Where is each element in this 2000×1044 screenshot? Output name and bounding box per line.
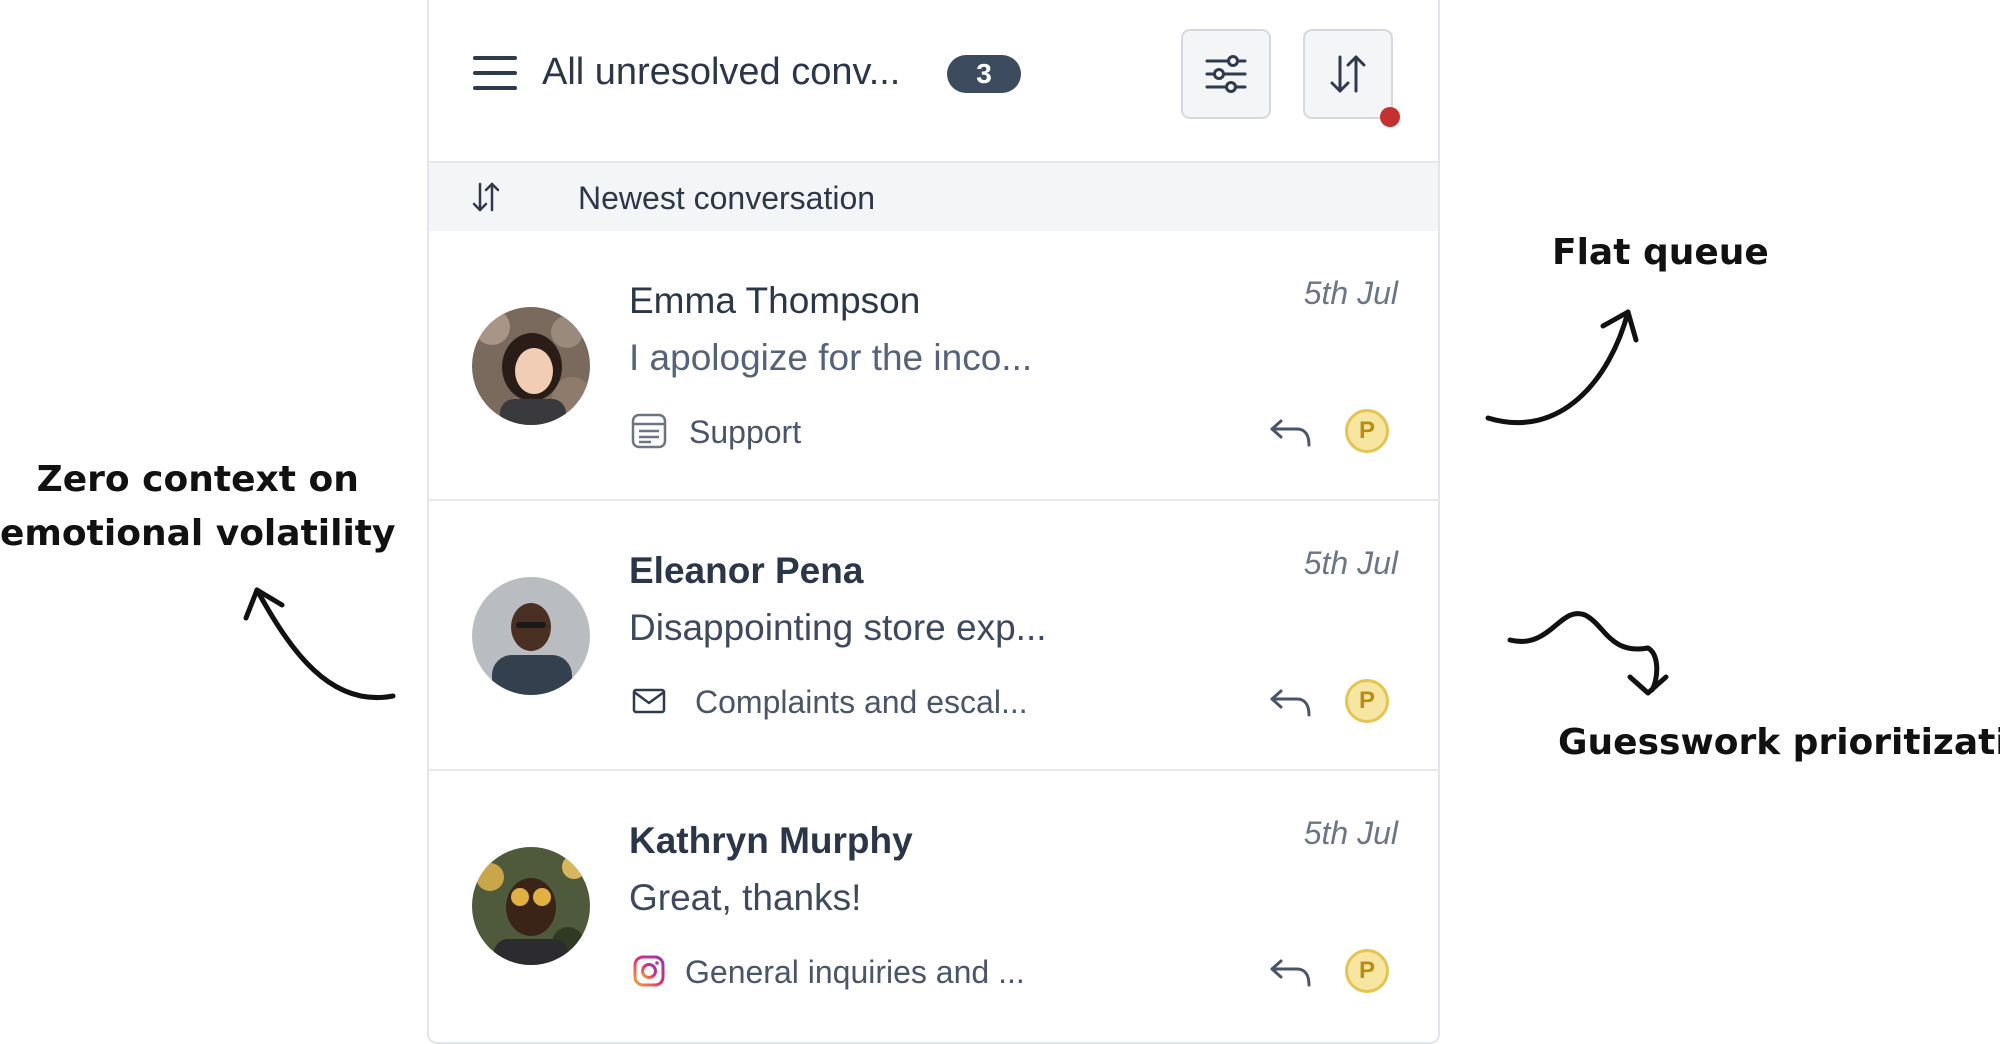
annotation-arrows	[243, 309, 1669, 700]
curved-arrow-icon	[254, 587, 396, 700]
curved-arrow-icon	[1485, 309, 1631, 426]
arrowhead-icon	[1627, 674, 1669, 696]
